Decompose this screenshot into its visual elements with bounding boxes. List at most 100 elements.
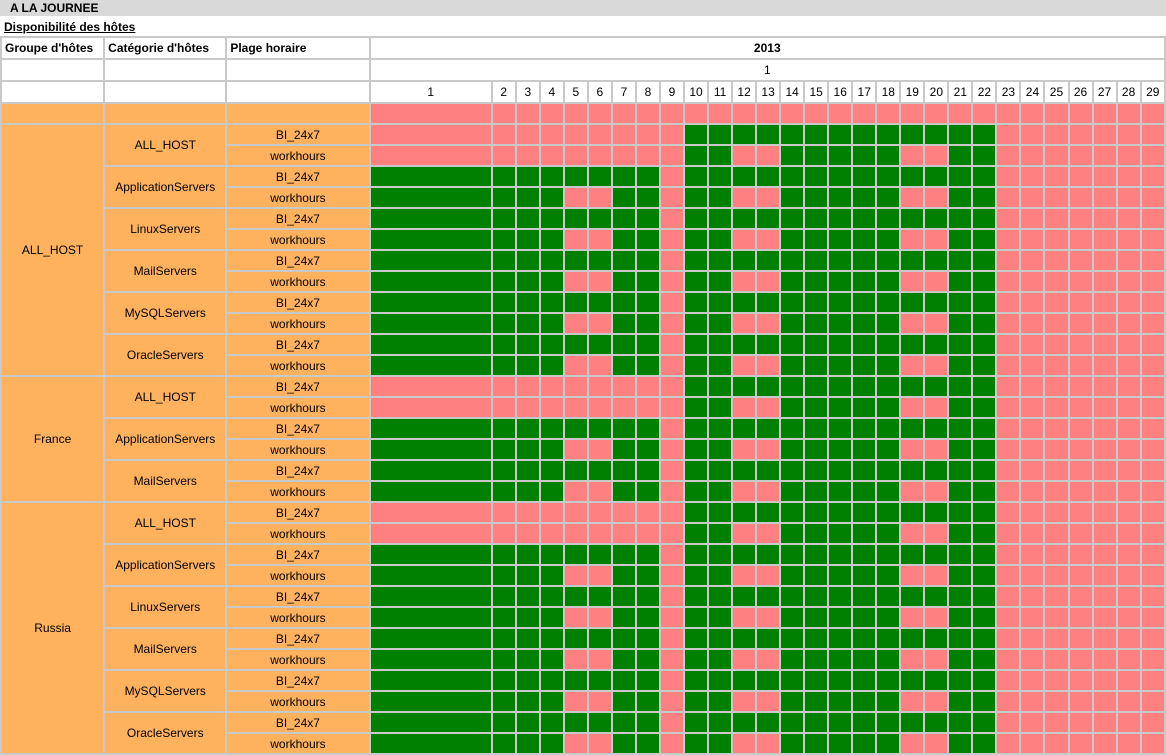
availability-cell	[756, 313, 780, 334]
availability-cell	[732, 481, 756, 502]
availability-cell	[708, 544, 732, 565]
availability-cell	[636, 544, 660, 565]
availability-cell	[948, 439, 972, 460]
availability-cell	[564, 208, 588, 229]
availability-cell	[370, 145, 492, 166]
availability-cell	[636, 124, 660, 145]
availability-cell	[1117, 229, 1141, 250]
availability-cell	[804, 607, 828, 628]
availability-cell	[492, 607, 516, 628]
availability-cell	[924, 397, 948, 418]
availability-cell	[900, 397, 924, 418]
availability-cell	[732, 292, 756, 313]
availability-cell	[948, 481, 972, 502]
availability-cell	[370, 607, 492, 628]
availability-cell	[996, 544, 1020, 565]
availability-cell	[588, 250, 612, 271]
availability-cell	[852, 166, 876, 187]
availability-cell	[708, 460, 732, 481]
availability-cell	[780, 544, 804, 565]
availability-cell	[370, 565, 492, 586]
availability-cell	[852, 229, 876, 250]
availability-cell	[1093, 607, 1117, 628]
availability-cell	[1141, 208, 1165, 229]
availability-cell	[1093, 628, 1117, 649]
availability-cell	[876, 292, 900, 313]
availability-cell	[900, 481, 924, 502]
availability-cell	[370, 439, 492, 460]
availability-cell	[684, 208, 708, 229]
availability-cell	[540, 250, 564, 271]
availability-cell	[876, 649, 900, 670]
availability-cell	[756, 271, 780, 292]
availability-cell	[828, 187, 852, 208]
report-link[interactable]: Disponibilité des hôtes	[4, 20, 135, 34]
availability-cell	[1069, 208, 1093, 229]
availability-cell	[924, 208, 948, 229]
availability-cell	[492, 292, 516, 313]
empty-header-cell	[226, 81, 369, 103]
availability-cell	[900, 607, 924, 628]
availability-cell	[516, 397, 540, 418]
availability-cell	[370, 460, 492, 481]
availability-cell	[1069, 670, 1093, 691]
day-header: 10	[684, 81, 708, 103]
availability-cell	[708, 502, 732, 523]
group-cell: Russia	[1, 502, 104, 754]
availability-cell	[804, 187, 828, 208]
availability-cell	[852, 418, 876, 439]
availability-cell	[492, 712, 516, 733]
availability-cell	[636, 397, 660, 418]
availability-cell	[684, 628, 708, 649]
availability-cell	[612, 649, 636, 670]
availability-cell	[972, 481, 996, 502]
availability-cell	[516, 565, 540, 586]
availability-cell	[1020, 460, 1044, 481]
availability-cell	[756, 145, 780, 166]
availability-cell	[588, 166, 612, 187]
availability-cell	[1069, 439, 1093, 460]
availability-cell	[972, 628, 996, 649]
availability-cell	[972, 544, 996, 565]
availability-cell	[1093, 691, 1117, 712]
category-cell: OracleServers	[104, 712, 226, 754]
availability-cell	[804, 355, 828, 376]
availability-cell	[1044, 628, 1068, 649]
availability-cell	[996, 607, 1020, 628]
availability-cell	[492, 670, 516, 691]
availability-cell	[370, 271, 492, 292]
availability-cell	[924, 376, 948, 397]
availability-cell	[684, 250, 708, 271]
availability-cell	[996, 166, 1020, 187]
availability-cell	[756, 670, 780, 691]
availability-cell	[1141, 586, 1165, 607]
availability-cell	[684, 649, 708, 670]
availability-cell	[1117, 460, 1141, 481]
availability-cell	[612, 187, 636, 208]
availability-cell	[636, 103, 660, 124]
availability-cell	[564, 187, 588, 208]
availability-cell	[852, 250, 876, 271]
availability-cell	[564, 523, 588, 544]
availability-cell	[636, 355, 660, 376]
availability-cell	[636, 502, 660, 523]
availability-cell	[708, 355, 732, 376]
availability-cell	[588, 565, 612, 586]
availability-cell	[852, 439, 876, 460]
availability-cell	[852, 313, 876, 334]
availability-cell	[1117, 733, 1141, 754]
table-row: ApplicationServersBI_24x7	[1, 544, 1165, 565]
availability-cell	[1117, 334, 1141, 355]
availability-cell	[756, 691, 780, 712]
availability-cell	[684, 334, 708, 355]
availability-cell	[1141, 733, 1165, 754]
availability-cell	[516, 544, 540, 565]
availability-cell	[900, 250, 924, 271]
availability-cell	[684, 187, 708, 208]
availability-cell	[1020, 628, 1044, 649]
empty-header-cell	[226, 59, 369, 81]
table-row: MySQLServersBI_24x7	[1, 292, 1165, 313]
availability-cell	[540, 187, 564, 208]
availability-cell	[780, 670, 804, 691]
availability-cell	[370, 481, 492, 502]
